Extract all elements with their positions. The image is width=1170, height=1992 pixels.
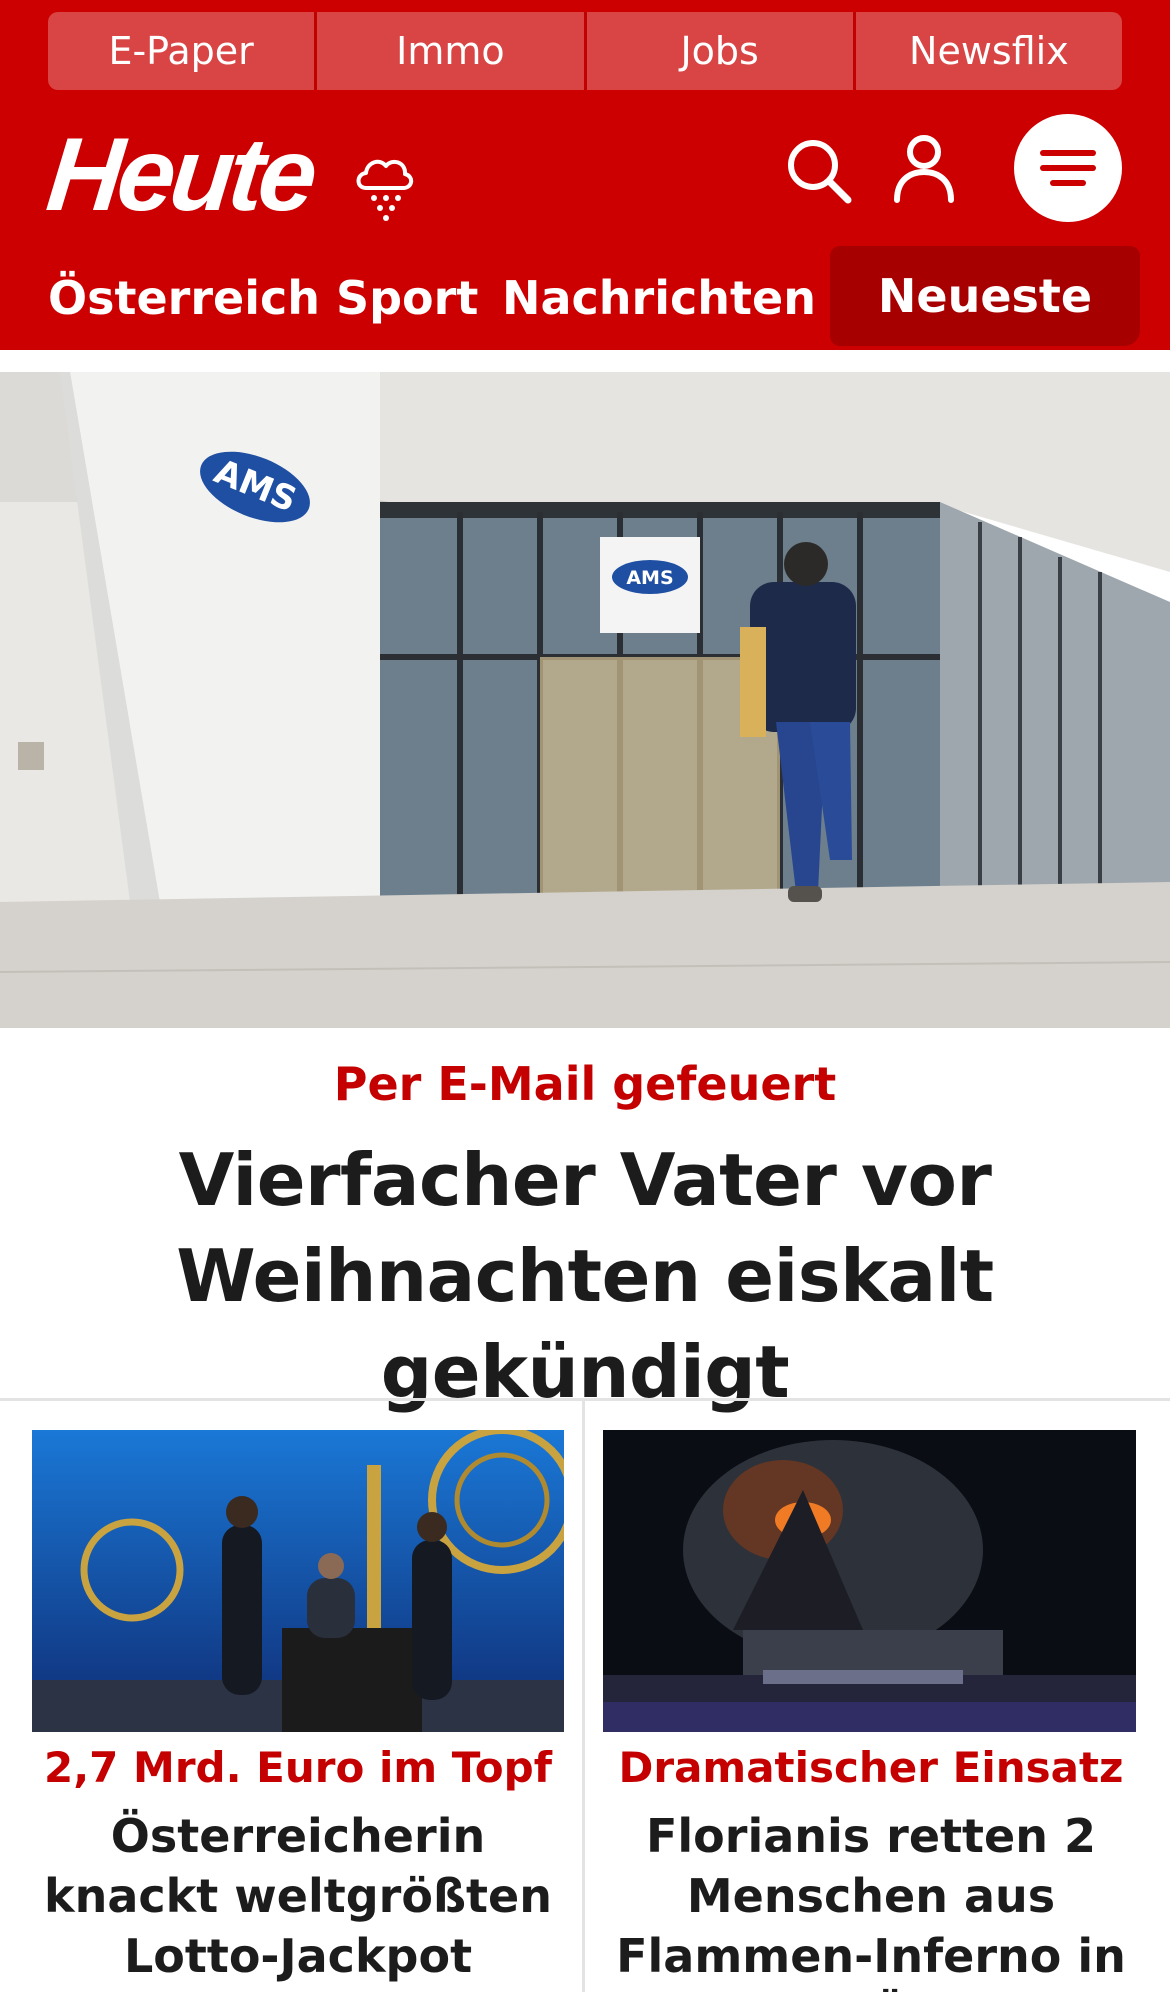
hero-photo: AMS AMS <box>0 372 1170 1028</box>
teaser-headline-fire[interactable]: Florianis retten 2 Menschen aus Flammen-… <box>590 1806 1152 1992</box>
menu-icon <box>1040 150 1096 186</box>
search-icon[interactable] <box>786 138 852 204</box>
hero-image[interactable]: AMS AMS <box>0 372 1170 1028</box>
svg-text:AMS: AMS <box>626 567 673 589</box>
hero-headline[interactable]: Vierfacher Vater vor Weihnachten eiskalt… <box>30 1132 1140 1420</box>
nav-item-neueste[interactable]: Neueste <box>830 246 1140 346</box>
nav-item-nachrichten[interactable]: Nachrichten <box>502 268 816 328</box>
teaser-kicker-lotto[interactable]: 2,7 Mrd. Euro im Topf <box>18 1740 578 1796</box>
teaser-headline-lotto[interactable]: Österreicherin knackt weltgrößten Lotto-… <box>18 1806 578 1986</box>
teaser-photo-fire <box>603 1430 1136 1732</box>
main-nav: Österreich Sport Nachrichten Neueste <box>0 246 1170 350</box>
site-header: E-Paper Immo Jobs Newsflix Heute Österre… <box>0 0 1170 350</box>
teaser-kicker-fire[interactable]: Dramatischer Einsatz <box>590 1740 1152 1796</box>
top-link-jobs[interactable]: Jobs <box>587 12 856 90</box>
teaser-image-fire[interactable] <box>603 1430 1136 1732</box>
menu-button[interactable] <box>1014 114 1122 222</box>
teaser-photo-lotto <box>32 1430 564 1732</box>
top-link-newsflix[interactable]: Newsflix <box>856 12 1122 90</box>
teaser-image-lotto[interactable] <box>32 1430 564 1732</box>
nav-item-oesterreich[interactable]: Österreich <box>48 268 320 328</box>
section-divider <box>0 1398 1170 1401</box>
cloud-rain-icon[interactable] <box>352 150 416 222</box>
top-link-immo[interactable]: Immo <box>317 12 587 90</box>
hero-kicker[interactable]: Per E-Mail gefeuert <box>0 1052 1170 1116</box>
site-logo[interactable]: Heute <box>42 117 318 233</box>
nav-item-sport[interactable]: Sport <box>336 268 478 328</box>
column-divider <box>582 1400 585 1992</box>
user-icon[interactable] <box>892 134 956 204</box>
top-link-epaper[interactable]: E-Paper <box>48 12 318 90</box>
top-links-bar: E-Paper Immo Jobs Newsflix <box>48 12 1122 90</box>
